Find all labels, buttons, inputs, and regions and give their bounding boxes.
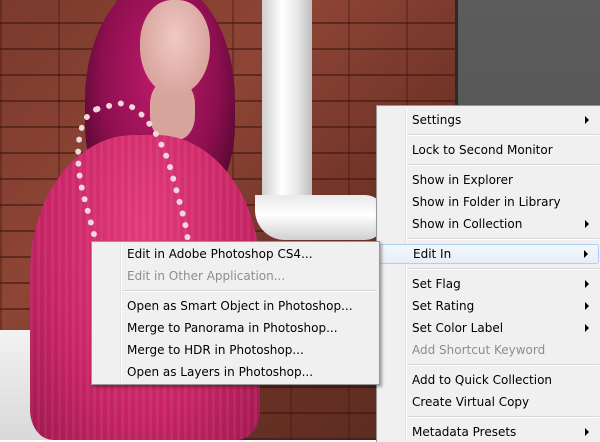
menu-item-label: Lock to Second Monitor [412,143,553,157]
menu-separator [407,134,599,136]
menu-separator [407,268,599,270]
edit-in-submenu: Edit in Adobe Photoshop CS4... Edit in O… [91,241,380,385]
menu-item-label: Metadata Presets [412,425,517,439]
menu-separator [407,416,599,418]
menu-item-add-to-quick-collection[interactable]: Add to Quick Collection [379,370,599,390]
submenu-arrow-icon [585,324,589,332]
submenu-item-open-as-layers[interactable]: Open as Layers in Photoshop... [94,362,377,382]
submenu-arrow-icon [585,220,589,228]
drain-pipe-bend [255,195,385,240]
submenu-item-open-as-smart-object[interactable]: Open as Smart Object in Photoshop... [94,296,377,316]
menu-item-set-flag[interactable]: Set Flag [379,274,599,294]
menu-item-label: Show in Explorer [412,173,513,187]
menu-separator [407,238,599,240]
menu-item-label: Merge to HDR in Photoshop... [127,343,304,357]
menu-item-label: Show in Collection [412,217,523,231]
menu-item-label: Edit in Other Application... [127,269,286,283]
menu-separator [407,164,599,166]
menu-item-show-in-folder-in-library[interactable]: Show in Folder in Library [379,192,599,212]
submenu-item-edit-in-other-application: Edit in Other Application... [94,266,377,286]
menu-item-label: Merge to Panorama in Photoshop... [127,321,338,335]
menu-item-label: Set Flag [412,277,461,291]
submenu-item-merge-to-panorama[interactable]: Merge to Panorama in Photoshop... [94,318,377,338]
context-menu: Settings Lock to Second Monitor Show in … [376,105,600,442]
menu-item-edit-in[interactable]: Edit In [379,244,599,264]
submenu-arrow-icon [585,302,589,310]
submenu-item-merge-to-hdr[interactable]: Merge to HDR in Photoshop... [94,340,377,360]
menu-item-label: Settings [412,113,462,127]
face [140,0,210,95]
menu-item-settings[interactable]: Settings [379,110,599,130]
menu-item-show-in-explorer[interactable]: Show in Explorer [379,170,599,190]
menu-item-add-shortcut-keyword: Add Shortcut Keyword [379,340,599,360]
menu-item-show-in-collection[interactable]: Show in Collection [379,214,599,234]
submenu-arrow-icon [585,428,589,436]
submenu-item-edit-in-photoshop[interactable]: Edit in Adobe Photoshop CS4... [94,244,377,264]
menu-item-label: Add Shortcut Keyword [412,343,546,357]
menu-item-label: Set Color Label [412,321,504,335]
menu-item-label: Edit In [413,247,452,261]
menu-item-label: Set Rating [412,299,475,313]
menu-item-set-rating[interactable]: Set Rating [379,296,599,316]
menu-item-metadata-presets[interactable]: Metadata Presets [379,422,599,442]
menu-item-label: Add to Quick Collection [412,373,553,387]
menu-item-label: Open as Smart Object in Photoshop... [127,299,353,313]
menu-item-label: Show in Folder in Library [412,195,561,209]
submenu-arrow-icon [584,250,588,258]
submenu-arrow-icon [585,280,589,288]
menu-separator [122,290,377,292]
menu-item-label: Create Virtual Copy [412,395,530,409]
menu-separator [407,364,599,366]
menu-item-lock-to-second-monitor[interactable]: Lock to Second Monitor [379,140,599,160]
menu-item-set-color-label[interactable]: Set Color Label [379,318,599,338]
menu-item-create-virtual-copy[interactable]: Create Virtual Copy [379,392,599,412]
menu-item-label: Open as Layers in Photoshop... [127,365,314,379]
submenu-arrow-icon [585,116,589,124]
menu-item-label: Edit in Adobe Photoshop CS4... [127,247,313,261]
